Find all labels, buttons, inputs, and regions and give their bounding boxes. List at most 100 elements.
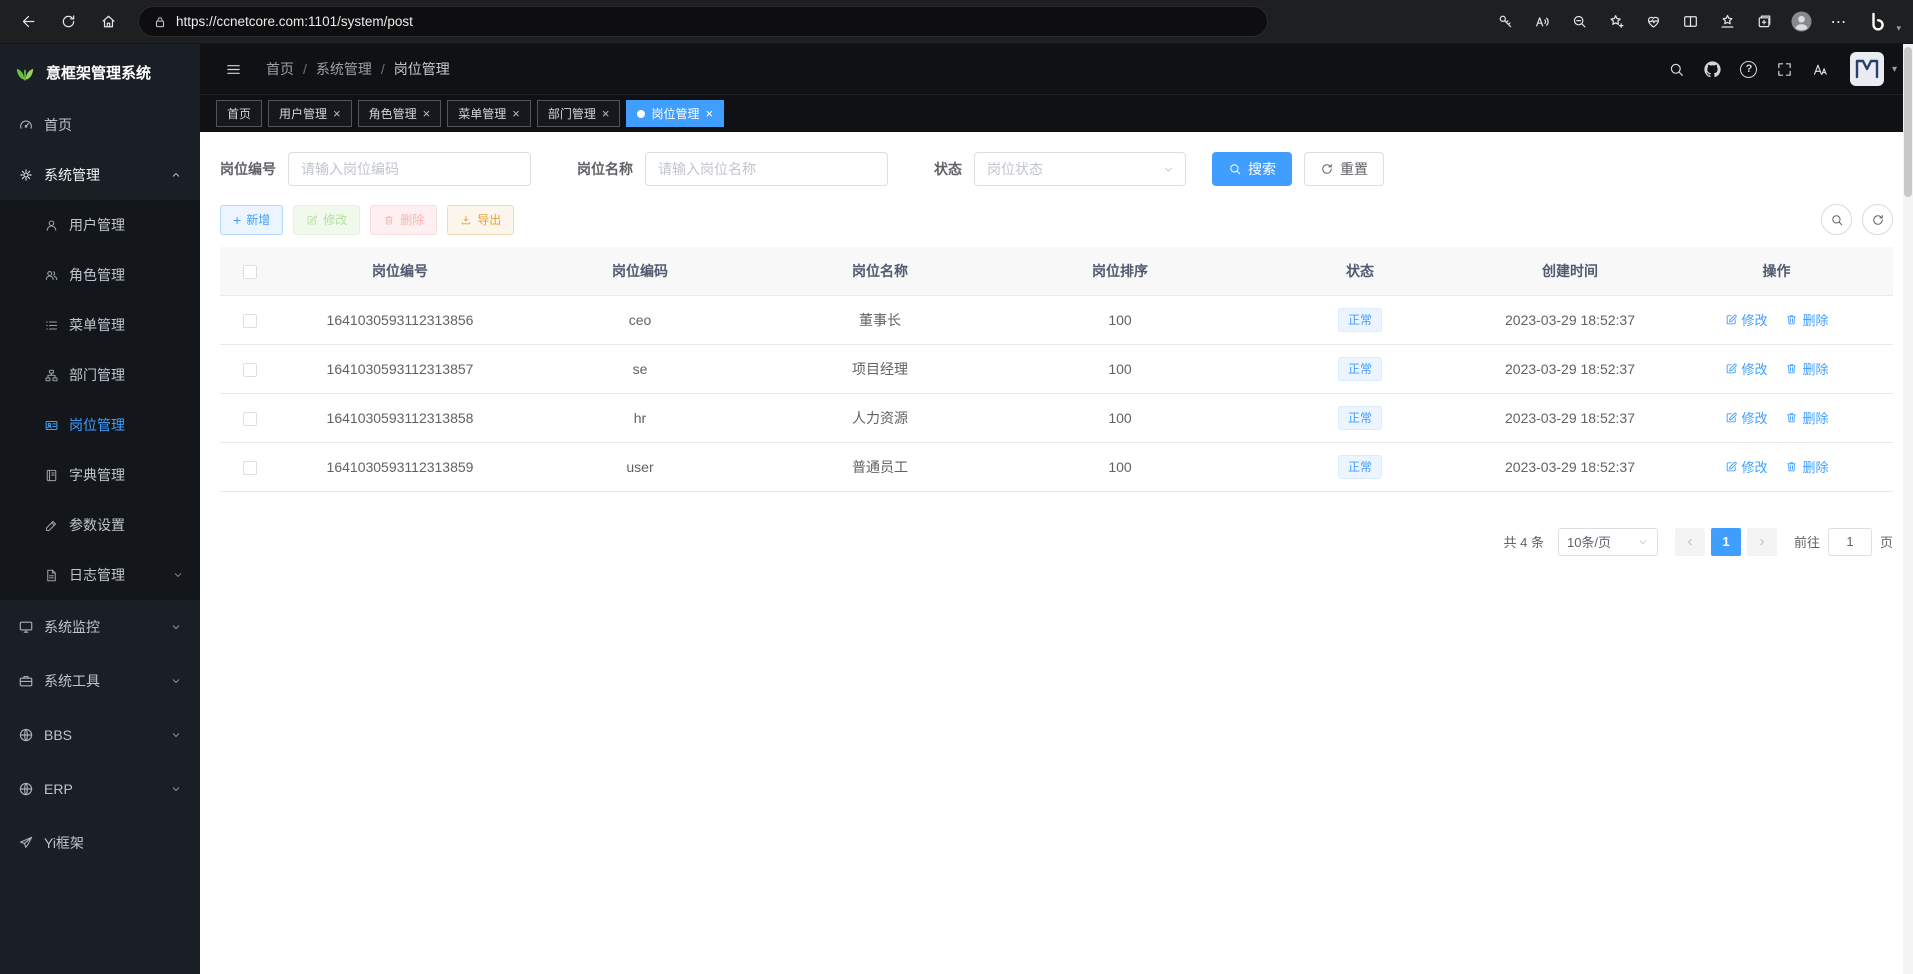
page-size-select[interactable]: 10条/页 bbox=[1558, 528, 1658, 556]
sidebar-item-yi-framework[interactable]: Yi框架 bbox=[0, 816, 200, 870]
row-delete-link[interactable]: 删除 bbox=[1785, 310, 1828, 329]
toggle-search-button[interactable] bbox=[1821, 204, 1852, 235]
browser-profile-button[interactable] bbox=[1783, 4, 1820, 40]
status-label: 状态 bbox=[934, 159, 962, 179]
row-edit-link[interactable]: 修改 bbox=[1725, 310, 1768, 329]
cell-post-sort: 100 bbox=[1000, 442, 1240, 491]
org-tree-icon bbox=[44, 368, 59, 383]
next-page-button[interactable]: › bbox=[1747, 528, 1777, 556]
favorites-button[interactable] bbox=[1709, 4, 1746, 40]
split-screen-button[interactable] bbox=[1672, 4, 1709, 40]
search-button[interactable]: 搜索 bbox=[1212, 152, 1292, 186]
close-icon[interactable]: × bbox=[512, 107, 520, 120]
sidebar-item-user-mgmt[interactable]: 用户管理 bbox=[0, 200, 200, 250]
sidebar-item-system-monitor[interactable]: 系统监控 bbox=[0, 600, 200, 654]
fullscreen-button[interactable] bbox=[1768, 52, 1802, 86]
page-unit-label: 页 bbox=[1880, 532, 1893, 551]
browser-essentials-button[interactable] bbox=[1635, 4, 1672, 40]
post-name-input[interactable] bbox=[645, 152, 888, 186]
address-bar[interactable]: https://ccnetcore.com:1101/system/post bbox=[138, 6, 1268, 37]
post-name-label: 岗位名称 bbox=[577, 159, 633, 179]
breadcrumb-item-system[interactable]: 系统管理 bbox=[316, 59, 372, 79]
key-icon bbox=[1497, 13, 1514, 30]
read-aloud-button[interactable] bbox=[1524, 4, 1561, 40]
question-icon: ? bbox=[1740, 61, 1757, 78]
status-select[interactable]: 岗位状态 bbox=[974, 152, 1186, 186]
tab-dept-mgmt[interactable]: 部门管理× bbox=[537, 100, 621, 127]
browser-back-button[interactable] bbox=[8, 4, 48, 40]
sidebar-item-log-mgmt[interactable]: 日志管理 bbox=[0, 550, 200, 600]
zoom-button[interactable] bbox=[1561, 4, 1598, 40]
cell-post-code: user bbox=[520, 442, 760, 491]
sidebar-item-erp[interactable]: ERP bbox=[0, 762, 200, 816]
add-favorite-button[interactable] bbox=[1598, 4, 1635, 40]
status-select-placeholder: 岗位状态 bbox=[987, 159, 1043, 179]
user-avatar[interactable] bbox=[1850, 52, 1884, 86]
close-icon[interactable]: × bbox=[705, 107, 713, 120]
delete-button[interactable]: 删除 bbox=[370, 205, 437, 235]
sidebar-item-dict-mgmt[interactable]: 字典管理 bbox=[0, 450, 200, 500]
sidebar-item-post-mgmt[interactable]: 岗位管理 bbox=[0, 400, 200, 450]
row-delete-link[interactable]: 删除 bbox=[1785, 457, 1828, 476]
caret-down-icon[interactable]: ▾ bbox=[1892, 64, 1897, 75]
github-button[interactable] bbox=[1696, 52, 1730, 86]
tab-user-mgmt[interactable]: 用户管理× bbox=[268, 100, 352, 127]
copilot-button[interactable] bbox=[1857, 4, 1894, 40]
row-delete-link[interactable]: 删除 bbox=[1785, 408, 1828, 427]
row-delete-link[interactable]: 删除 bbox=[1785, 359, 1828, 378]
export-button[interactable]: 导出 bbox=[447, 205, 514, 235]
font-size-button[interactable] bbox=[1804, 52, 1838, 86]
vertical-scrollbar[interactable] bbox=[1903, 44, 1913, 974]
row-edit-link[interactable]: 修改 bbox=[1725, 408, 1768, 427]
row-checkbox[interactable] bbox=[243, 314, 257, 328]
tab-home[interactable]: 首页 bbox=[216, 100, 262, 127]
row-checkbox[interactable] bbox=[243, 363, 257, 377]
row-checkbox[interactable] bbox=[243, 461, 257, 475]
document-icon bbox=[44, 568, 59, 583]
chevron-down-icon bbox=[170, 675, 182, 687]
docs-button[interactable]: ? bbox=[1732, 52, 1766, 86]
sidebar-item-bbs[interactable]: BBS bbox=[0, 708, 200, 762]
cell-created: 2023-03-29 18:52:37 bbox=[1480, 344, 1660, 393]
goto-page-input[interactable] bbox=[1828, 528, 1872, 556]
sidebar-item-home[interactable]: 首页 bbox=[0, 100, 200, 150]
breadcrumb-item-home[interactable]: 首页 bbox=[266, 59, 294, 79]
add-button[interactable]: +新增 bbox=[220, 205, 283, 235]
post-code-input[interactable] bbox=[288, 152, 531, 186]
browser-refresh-button[interactable] bbox=[48, 4, 88, 40]
sidebar-item-menu-mgmt[interactable]: 菜单管理 bbox=[0, 300, 200, 350]
app-logo: 意框架管理系统 bbox=[0, 44, 200, 100]
favorites-bar-icon bbox=[1719, 13, 1736, 30]
refresh-table-button[interactable] bbox=[1862, 204, 1893, 235]
collections-button[interactable] bbox=[1746, 4, 1783, 40]
edit-button[interactable]: 修改 bbox=[293, 205, 360, 235]
tab-role-mgmt[interactable]: 角色管理× bbox=[358, 100, 442, 127]
scrollbar-thumb[interactable] bbox=[1904, 47, 1912, 197]
sidebar-toggle-button[interactable] bbox=[216, 52, 250, 86]
reset-button[interactable]: 重置 bbox=[1304, 152, 1384, 186]
row-edit-link[interactable]: 修改 bbox=[1725, 359, 1768, 378]
sidebar-item-system-tools[interactable]: 系统工具 bbox=[0, 654, 200, 708]
password-key-button[interactable] bbox=[1487, 4, 1524, 40]
chevron-down-icon bbox=[170, 729, 182, 741]
row-edit-link[interactable]: 修改 bbox=[1725, 457, 1768, 476]
browser-home-button[interactable] bbox=[88, 4, 128, 40]
page-1-button[interactable]: 1 bbox=[1711, 528, 1741, 556]
col-header-status: 状态 bbox=[1240, 247, 1480, 295]
header-search-button[interactable] bbox=[1660, 52, 1694, 86]
browser-more-button[interactable]: ⋯ bbox=[1820, 4, 1857, 40]
sidebar-caret-icon[interactable]: ▾ bbox=[1896, 23, 1901, 34]
select-all-checkbox[interactable] bbox=[243, 265, 257, 279]
sidebar-item-dept-mgmt[interactable]: 部门管理 bbox=[0, 350, 200, 400]
sidebar-item-param-settings[interactable]: 参数设置 bbox=[0, 500, 200, 550]
row-checkbox[interactable] bbox=[243, 412, 257, 426]
table-toolbar: +新增 修改 删除 导出 bbox=[220, 204, 1893, 235]
close-icon[interactable]: × bbox=[602, 107, 610, 120]
tab-menu-mgmt[interactable]: 菜单管理× bbox=[447, 100, 531, 127]
prev-page-button[interactable]: ‹ bbox=[1675, 528, 1705, 556]
close-icon[interactable]: × bbox=[423, 107, 431, 120]
close-icon[interactable]: × bbox=[333, 107, 341, 120]
tab-post-mgmt[interactable]: 岗位管理× bbox=[626, 100, 724, 127]
sidebar-item-system-mgmt[interactable]: 系统管理 bbox=[0, 150, 200, 200]
sidebar-item-role-mgmt[interactable]: 角色管理 bbox=[0, 250, 200, 300]
